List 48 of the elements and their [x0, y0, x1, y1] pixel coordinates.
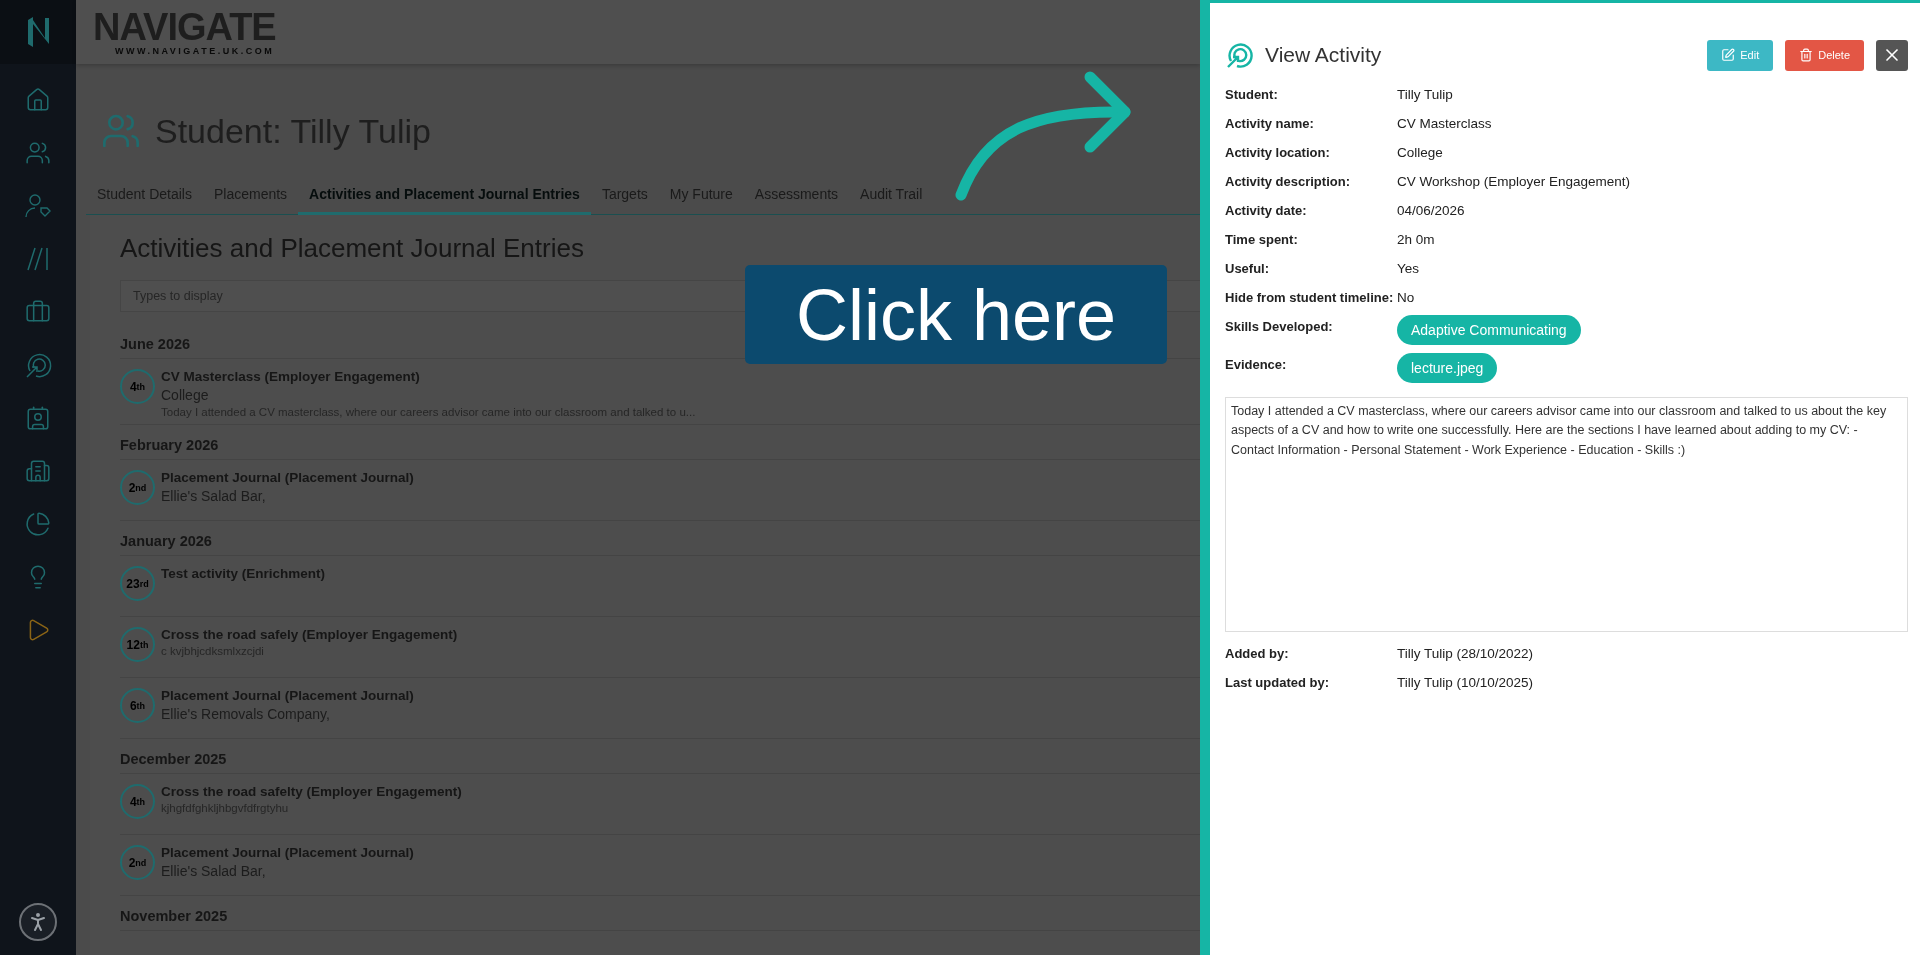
edit-icon — [1721, 48, 1736, 62]
building-icon — [25, 458, 51, 484]
field-value: Tilly Tulip (10/10/2025) — [1397, 675, 1535, 690]
target-arrow-icon — [24, 351, 52, 379]
field-label: Added by: — [1225, 646, 1290, 661]
target-arrow-icon — [1225, 41, 1253, 69]
field-label: Time spent: — [1225, 232, 1299, 247]
field-value: Tilly Tulip (28/10/2022) — [1397, 646, 1535, 661]
field-label: Activity location: — [1225, 145, 1331, 160]
panel-title: View Activity — [1265, 43, 1383, 67]
person-tag-icon — [24, 192, 52, 220]
tag-pill[interactable]: lecture.jpeg — [1397, 353, 1498, 383]
field-label: Last updated by: — [1225, 675, 1330, 690]
trash-icon — [1799, 48, 1814, 62]
pie-chart-icon — [25, 511, 51, 537]
field-label: Student: — [1225, 87, 1279, 102]
field-label: Useful: — [1225, 261, 1271, 276]
field-label: Evidence: — [1225, 357, 1288, 372]
section-title: Activities and Placement Journal Entries — [120, 233, 585, 264]
home-icon — [25, 87, 51, 113]
slashes-icon — [25, 246, 51, 272]
contact-card-icon — [25, 405, 51, 431]
field-value: CV Masterclass — [1397, 116, 1493, 131]
logo-url: WWW.NAVIGATE.UK.COM — [114, 46, 276, 56]
field-label: Hide from student timeline: — [1225, 290, 1395, 305]
click-here-tooltip: Click here — [745, 265, 1167, 364]
month-heading: November 2025 — [120, 896, 1200, 931]
field-value: Tilly Tulip — [1397, 87, 1454, 102]
tag-pill[interactable]: Adaptive Communicating — [1397, 315, 1581, 345]
accessibility-button[interactable] — [19, 903, 57, 941]
field-value: 04/06/2026 — [1397, 203, 1466, 218]
logo-icon — [26, 16, 50, 48]
close-button[interactable] — [1876, 39, 1908, 71]
field-label: Activity description: — [1225, 174, 1351, 189]
people-icon — [25, 140, 51, 166]
field-value: College — [1397, 145, 1444, 160]
field-label: Activity name: — [1225, 116, 1315, 131]
delete-button[interactable]: Delete — [1785, 39, 1864, 71]
field-label: Skills Developed: — [1225, 319, 1334, 334]
field-value: Yes — [1397, 261, 1421, 276]
field-label: Activity date: — [1225, 203, 1308, 218]
field-value: 2h 0m — [1397, 232, 1436, 247]
field-value: CV Workshop (Employer Engagement) — [1397, 174, 1632, 189]
notes-field[interactable]: Today I attended a CV masterclass, where our careers advisor came into our classroom and talked to us about the key aspects of a CV and how to write one successfully. Here are the sections I have learned about adding to my CV: - Contact Information - Personal Statement - Work Experience - Education - Skills :) — [1225, 397, 1908, 632]
month-heading: February 2026 — [120, 425, 1200, 460]
month-heading: January 2026 — [120, 521, 1200, 556]
edit-button[interactable]: Edit — [1707, 39, 1774, 71]
field-value: No — [1397, 290, 1416, 305]
